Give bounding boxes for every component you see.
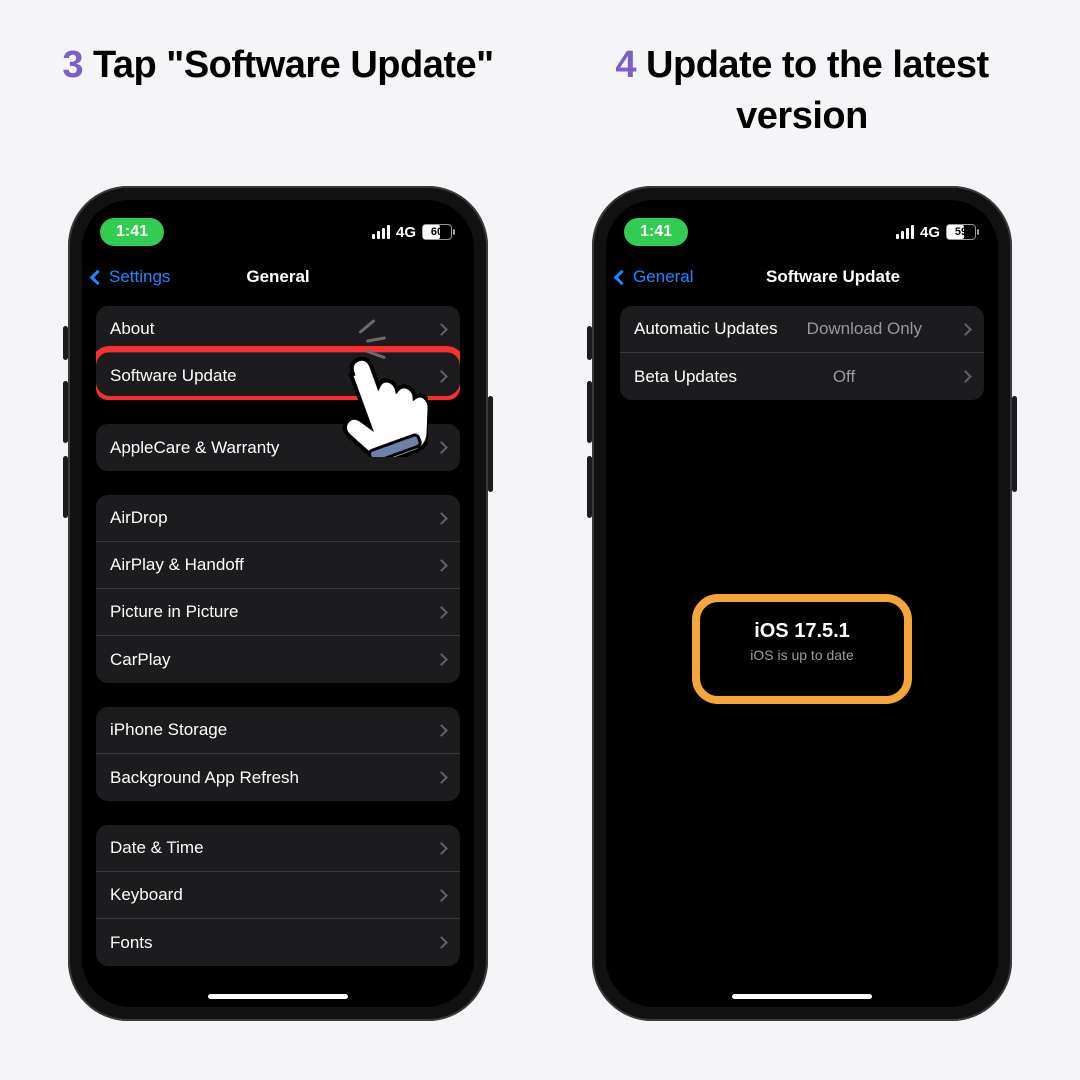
chevron-right-icon bbox=[435, 936, 448, 949]
chevron-right-icon bbox=[959, 323, 972, 336]
chevron-right-icon bbox=[435, 606, 448, 619]
battery-icon: 59 bbox=[946, 224, 976, 240]
status-time: 1:41 bbox=[624, 218, 688, 246]
status-time: 1:41 bbox=[100, 218, 164, 246]
row-label: Automatic Updates bbox=[634, 319, 778, 339]
row-label: AirPlay & Handoff bbox=[110, 555, 244, 575]
row-label: About bbox=[110, 319, 154, 339]
chevron-right-icon bbox=[435, 771, 448, 784]
status-bar: 1:41 4G 59 bbox=[606, 200, 998, 254]
chevron-right-icon bbox=[435, 512, 448, 525]
signal-icon bbox=[372, 225, 390, 239]
battery-icon: 60 bbox=[422, 224, 452, 240]
home-indicator[interactable] bbox=[208, 994, 348, 999]
chevron-right-icon bbox=[435, 323, 448, 336]
nav-title: Software Update bbox=[726, 267, 900, 287]
chevron-left-icon bbox=[614, 269, 630, 285]
row-label: Keyboard bbox=[110, 885, 183, 905]
tap-pointer-icon bbox=[330, 347, 428, 462]
row-label: Beta Updates bbox=[634, 367, 737, 387]
phone-right: 1:41 4G 59 General Software Update bbox=[592, 186, 1012, 1021]
row-detail: Off bbox=[833, 367, 855, 387]
row-label: Software Update bbox=[110, 366, 237, 386]
row-airplay[interactable]: AirPlay & Handoff bbox=[96, 542, 460, 589]
row-label: Picture in Picture bbox=[110, 602, 239, 622]
step4-number: 4 bbox=[615, 44, 636, 86]
step4-text: Update to the latest version bbox=[646, 44, 989, 137]
step3-text: Tap "Software Update" bbox=[93, 44, 494, 86]
home-indicator[interactable] bbox=[732, 994, 872, 999]
chevron-right-icon bbox=[435, 842, 448, 855]
chevron-right-icon bbox=[959, 370, 972, 383]
back-button[interactable]: General bbox=[616, 267, 693, 287]
phone-left: 1:41 4G 60 Settings General bbox=[68, 186, 488, 1021]
row-fonts[interactable]: Fonts bbox=[96, 919, 460, 966]
row-airdrop[interactable]: AirDrop bbox=[96, 495, 460, 542]
ios-status: iOS is up to date bbox=[606, 647, 998, 663]
status-bar: 1:41 4G 60 bbox=[82, 200, 474, 254]
row-label: Background App Refresh bbox=[110, 768, 299, 788]
row-bg-refresh[interactable]: Background App Refresh bbox=[96, 754, 460, 801]
chevron-right-icon bbox=[435, 653, 448, 666]
network-label: 4G bbox=[920, 224, 940, 241]
row-beta-updates[interactable]: Beta Updates Off bbox=[620, 353, 984, 400]
row-label: CarPlay bbox=[110, 650, 170, 670]
update-status: iOS 17.5.1 iOS is up to date bbox=[606, 620, 998, 663]
row-detail: Download Only bbox=[807, 319, 922, 339]
step4-caption: 4 Update to the latest version bbox=[568, 40, 1036, 180]
chevron-right-icon bbox=[435, 724, 448, 737]
row-label: Date & Time bbox=[110, 838, 204, 858]
battery-percent: 59 bbox=[947, 226, 975, 238]
row-label: iPhone Storage bbox=[110, 720, 227, 740]
row-label: AppleCare & Warranty bbox=[110, 438, 279, 458]
battery-percent: 60 bbox=[423, 226, 451, 238]
row-pip[interactable]: Picture in Picture bbox=[96, 589, 460, 636]
row-keyboard[interactable]: Keyboard bbox=[96, 872, 460, 919]
chevron-right-icon bbox=[435, 559, 448, 572]
step3-caption: 3 Tap "Software Update" bbox=[62, 40, 493, 180]
chevron-right-icon bbox=[435, 370, 448, 383]
nav-title: General bbox=[82, 267, 474, 287]
chevron-right-icon bbox=[435, 889, 448, 902]
step3-number: 3 bbox=[62, 44, 83, 86]
row-about[interactable]: About bbox=[96, 306, 460, 353]
row-storage[interactable]: iPhone Storage bbox=[96, 707, 460, 754]
network-label: 4G bbox=[396, 224, 416, 241]
ios-version: iOS 17.5.1 bbox=[606, 620, 998, 643]
back-label: General bbox=[633, 267, 693, 287]
chevron-right-icon bbox=[435, 441, 448, 454]
row-label: AirDrop bbox=[110, 508, 168, 528]
row-datetime[interactable]: Date & Time bbox=[96, 825, 460, 872]
row-auto-updates[interactable]: Automatic Updates Download Only bbox=[620, 306, 984, 353]
signal-icon bbox=[896, 225, 914, 239]
row-carplay[interactable]: CarPlay bbox=[96, 636, 460, 683]
row-label: Fonts bbox=[110, 933, 153, 953]
